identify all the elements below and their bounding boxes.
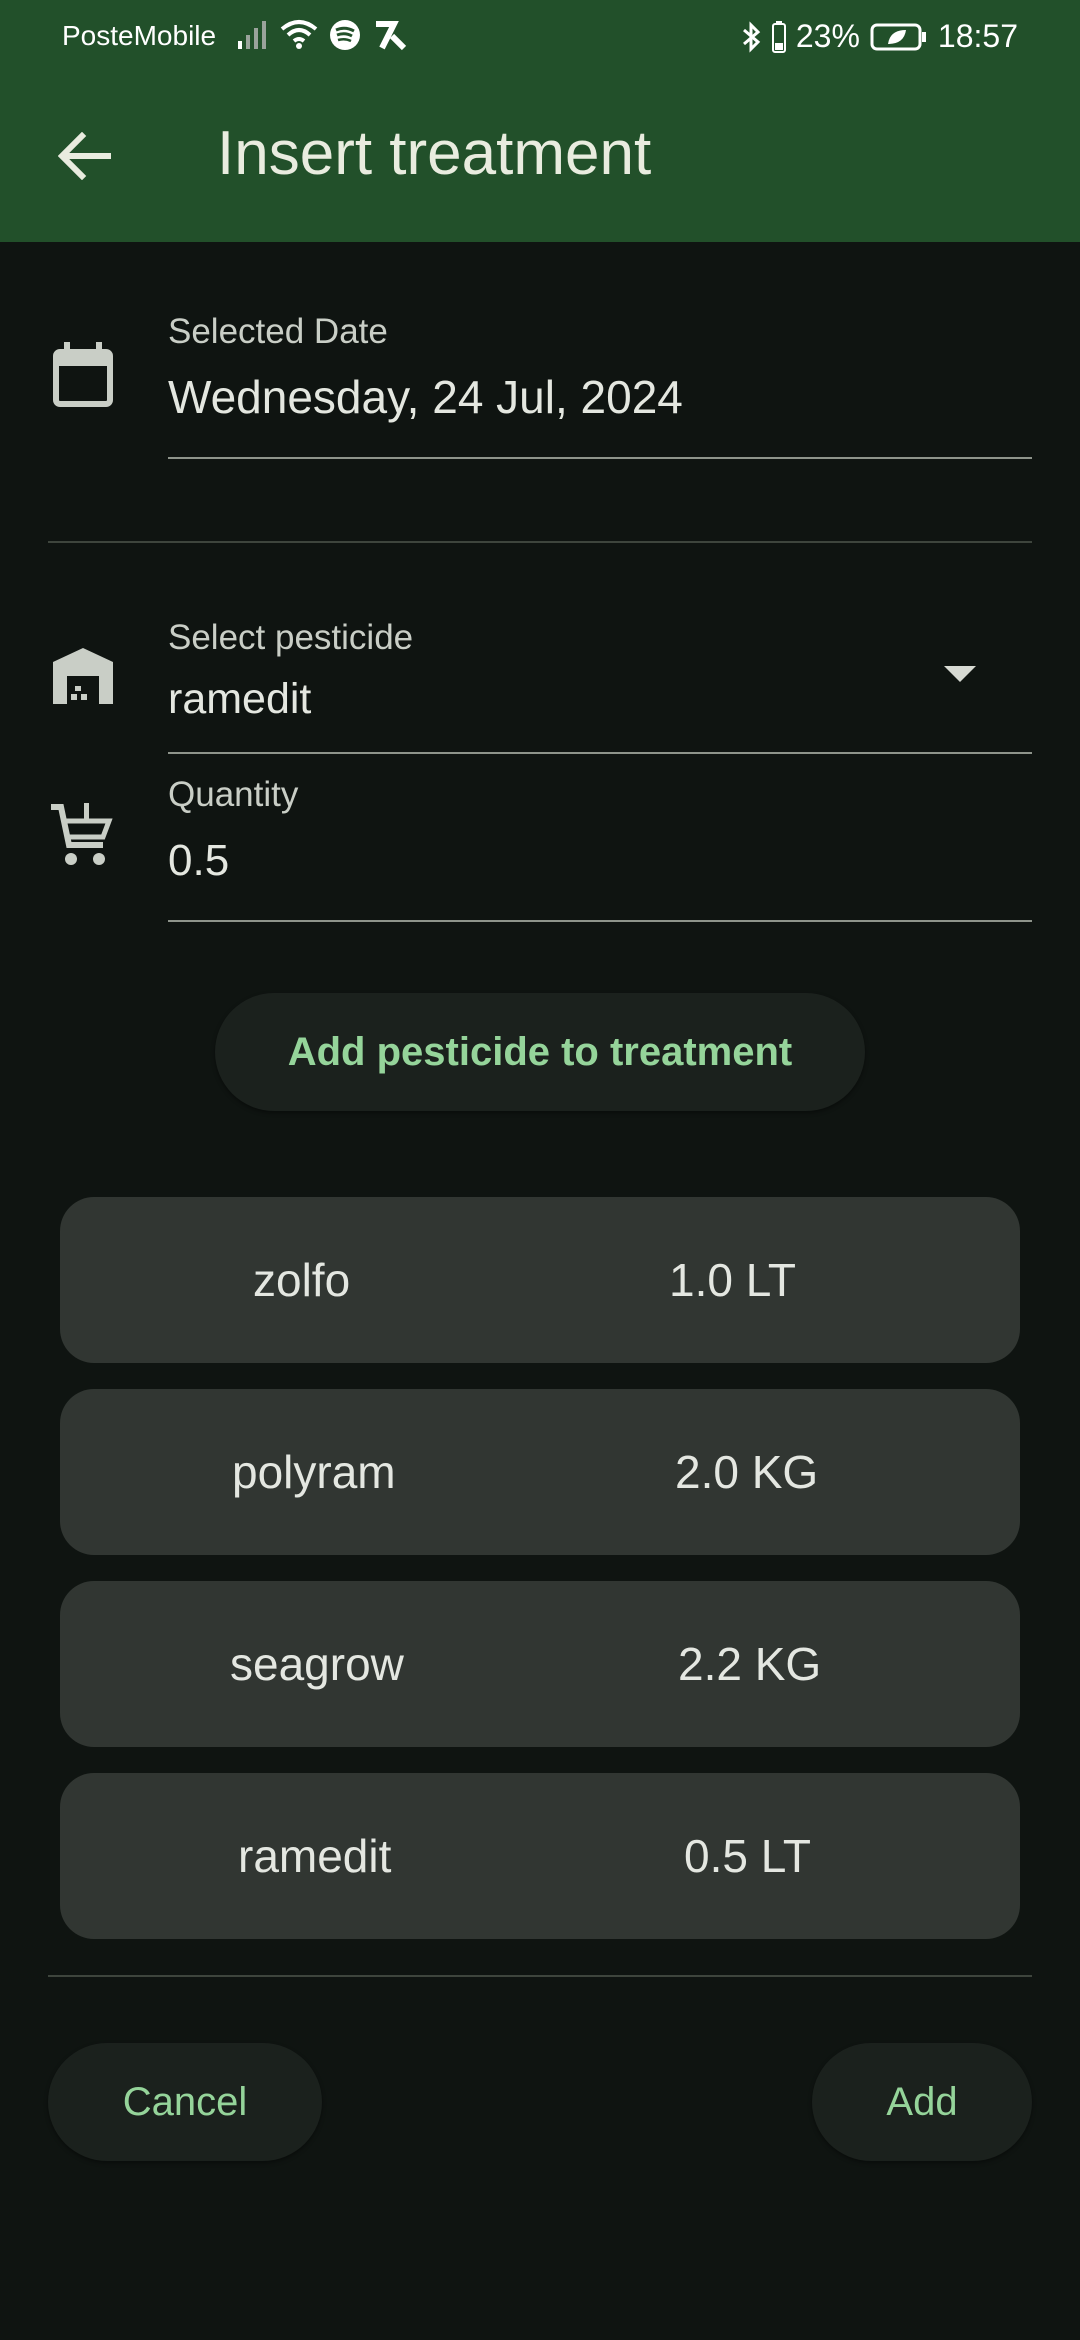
wifi-icon — [280, 20, 318, 49]
list-item-quantity: 0.5 LT — [684, 1830, 811, 1882]
date-field-label: Selected Date — [168, 312, 388, 351]
list-item-quantity: 2.2 KG — [678, 1638, 822, 1690]
list-item-name: polyram — [232, 1446, 396, 1498]
list-item-name: ramedit — [238, 1830, 392, 1882]
dropdown-arrow-icon[interactable] — [944, 666, 976, 682]
battery-saver-icon — [870, 23, 926, 50]
cancel-button[interactable]: Cancel — [48, 2043, 322, 2161]
spotify-icon — [330, 20, 360, 50]
section-divider — [48, 541, 1032, 543]
add-button[interactable]: Add — [812, 2043, 1032, 2161]
bluetooth-icon — [742, 20, 761, 53]
footer-divider — [48, 1975, 1032, 1977]
pesticide-select-underline — [168, 752, 1032, 754]
page-title: Insert treatment — [217, 119, 652, 188]
list-item-quantity: 1.0 LT — [669, 1254, 796, 1306]
battery-small-icon — [771, 20, 786, 53]
list-item-name: zolfo — [253, 1254, 351, 1306]
quantity-field-label: Quantity — [168, 775, 299, 814]
list-item[interactable]: ramedit 0.5 LT — [60, 1773, 1020, 1939]
quantity-field-value[interactable]: 0.5 — [168, 836, 229, 886]
signal-icon — [238, 21, 266, 49]
app-notification-icon — [376, 21, 407, 51]
add-pesticide-button[interactable]: Add pesticide to treatment — [215, 993, 865, 1111]
pesticide-select-value[interactable]: ramedit — [168, 675, 311, 724]
list-item[interactable]: polyram 2.0 KG — [60, 1389, 1020, 1555]
date-field-value[interactable]: Wednesday, 24 Jul, 2024 — [168, 370, 683, 424]
quantity-field-underline — [168, 920, 1032, 922]
status-bar: PosteMobile 23% 18:57 — [0, 0, 1080, 76]
cart-add-icon — [46, 800, 116, 870]
arrow-back-icon — [58, 132, 111, 180]
list-item-name: seagrow — [230, 1638, 404, 1690]
list-item-quantity: 2.0 KG — [675, 1446, 819, 1498]
back-button[interactable] — [40, 116, 130, 196]
calendar-icon — [48, 340, 118, 410]
app-bar: Insert treatment — [0, 76, 1080, 242]
date-field-underline — [168, 457, 1032, 459]
status-icons-left — [236, 18, 408, 52]
clock: 18:57 — [937, 18, 1018, 54]
warehouse-icon — [48, 641, 118, 711]
carrier-name: PosteMobile — [62, 20, 217, 51]
status-icons-right: 23% 18:57 — [742, 18, 1018, 55]
pesticide-select-label: Select pesticide — [168, 618, 414, 657]
list-item[interactable]: zolfo 1.0 LT — [60, 1197, 1020, 1363]
battery-percentage: 23% — [795, 18, 860, 54]
list-item[interactable]: seagrow 2.2 KG — [60, 1581, 1020, 1747]
